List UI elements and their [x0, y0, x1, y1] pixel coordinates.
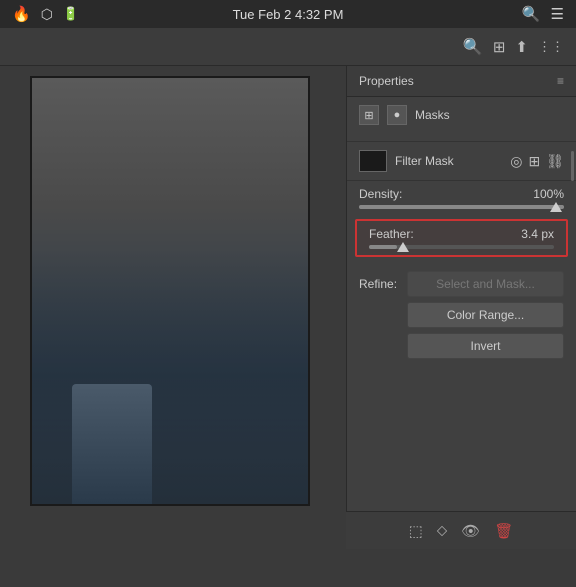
feather-label: Feather: [369, 227, 414, 241]
main-area: Properties ≡ ⊞ ● Masks Filter Mask ◎ ⊞ ⛓ [0, 66, 576, 549]
image-frame [30, 76, 310, 506]
mask-apply-icon[interactable]: ⊞ [528, 153, 540, 170]
pixel-mask-icon[interactable]: ⊞ [359, 105, 379, 125]
share-icon[interactable]: ⬆ [515, 38, 528, 56]
layout-icon[interactable]: ⊞ [493, 38, 506, 56]
canvas-area [0, 66, 346, 549]
panel-menu-icon[interactable]: ≡ [557, 74, 564, 88]
masks-label: Masks [415, 108, 450, 122]
trash-icon[interactable]: 🗑 [494, 522, 513, 540]
search-icon[interactable]: 🔍 [522, 5, 541, 23]
density-slider-fill [359, 205, 564, 209]
mask-mode-icon[interactable]: ◎ [510, 153, 522, 170]
feather-slider-thumb [397, 242, 409, 252]
image-figure [72, 384, 152, 504]
properties-panel: Properties ≡ ⊞ ● Masks Filter Mask ◎ ⊞ ⛓ [346, 66, 576, 549]
refine-tool-icon[interactable]: ⬦ [437, 522, 448, 539]
menubar-left: 🔥 ⬡ 🔋 [12, 5, 79, 23]
scroll-indicator [571, 151, 574, 181]
invert-button[interactable]: Invert [407, 333, 564, 359]
zoom-tool-icon[interactable]: 🔍 [463, 37, 483, 57]
refine-section: Refine: Select and Mask... Color Range..… [347, 261, 576, 374]
panel-more-icon[interactable]: ⋮⋮ [538, 39, 564, 55]
feather-value: 3.4 px [521, 227, 554, 241]
density-label: Density: [359, 187, 402, 201]
feather-slider-track[interactable] [369, 245, 554, 249]
filter-mask-row: Filter Mask ◎ ⊞ ⛓ [347, 142, 576, 181]
image-content [32, 78, 308, 504]
flame-icon: 🔥 [12, 5, 31, 23]
battery-icon: 🔋 [63, 6, 79, 22]
feather-slider-fill [369, 245, 397, 249]
menubar: 🔥 ⬡ 🔋 Tue Feb 2 4:32 PM 🔍 ☰ [0, 0, 576, 28]
density-slider-track[interactable] [359, 205, 564, 209]
filter-mask-left: Filter Mask [359, 150, 454, 172]
color-range-button[interactable]: Color Range... [407, 302, 564, 328]
filter-mask-icons: ◎ ⊞ ⛓ [510, 153, 564, 170]
filter-mask-label: Filter Mask [395, 154, 454, 168]
masks-header: ⊞ ● Masks [359, 105, 564, 125]
selection-tool-icon[interactable]: ⬚ [409, 522, 423, 540]
app-toolbar: 🔍 ⊞ ⬆ ⋮⋮ [0, 28, 576, 66]
feather-row: Feather: 3.4 px [355, 219, 568, 257]
menubar-center: Tue Feb 2 4:32 PM [233, 7, 344, 22]
masks-section: ⊞ ● Masks [347, 97, 576, 142]
mask-link-icon[interactable]: ⛓ [546, 153, 564, 170]
select-and-mask-button[interactable]: Select and Mask... [407, 271, 564, 297]
panel-header: Properties ≡ [347, 66, 576, 97]
refine-label: Refine: [359, 271, 407, 291]
menubar-time: Tue Feb 2 4:32 PM [233, 7, 344, 22]
menubar-right: 🔍 ☰ [522, 5, 564, 23]
visibility-icon[interactable]: 👁 [461, 522, 480, 540]
density-value: 100% [533, 187, 564, 201]
bottom-toolbar: ⬚ ⬦ 👁 🗑 [346, 511, 576, 549]
panel-title: Properties [359, 74, 414, 88]
mask-thumbnail[interactable] [359, 150, 387, 172]
density-row: Density: 100% [347, 181, 576, 215]
shield-icon: ⬡ [41, 6, 53, 23]
density-slider-thumb [550, 202, 562, 212]
list-icon[interactable]: ☰ [551, 5, 564, 23]
vector-mask-icon[interactable]: ● [387, 105, 407, 125]
